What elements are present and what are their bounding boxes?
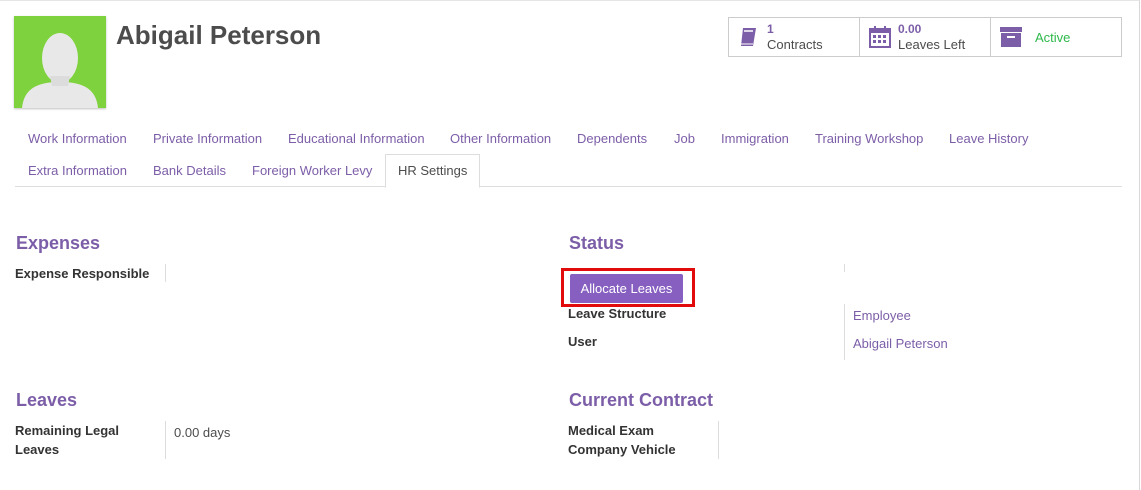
leaves-left-label: Leaves Left [898, 37, 966, 52]
tab-hr-settings[interactable]: HR Settings [385, 154, 481, 188]
contracts-count: 1 [767, 22, 774, 36]
tab-bank-details[interactable]: Bank Details [153, 163, 226, 178]
calendar-icon [868, 25, 892, 49]
leaves-left-button[interactable]: 0.00 Leaves Left [860, 18, 991, 56]
leaves-left-count: 0.00 [898, 22, 922, 36]
tab-work-information[interactable]: Work Information [28, 131, 127, 146]
employee-name: Abigail Peterson [116, 20, 322, 50]
user-label: User [568, 334, 597, 349]
current-contract-title: Current Contract [569, 390, 714, 410]
remaining-label-line1: Remaining Legal [15, 423, 120, 438]
remaining-legal-leaves-label: Remaining Legal Leaves [15, 421, 119, 459]
person-silhouette-icon [22, 33, 98, 108]
tab-leave-history[interactable]: Leave History [949, 131, 1028, 146]
leaves-divider [165, 421, 166, 459]
tab-immigration[interactable]: Immigration [721, 131, 789, 146]
medical-exam-label: Medical Exam [568, 423, 654, 438]
contracts-button[interactable]: 1 Contracts [729, 18, 860, 56]
remaining-label-line2: Leaves [15, 442, 60, 457]
expense-responsible-field[interactable] [165, 264, 166, 282]
active-toggle-button[interactable]: Active [991, 18, 1121, 56]
tab-extra-information[interactable]: Extra Information [28, 163, 127, 178]
employee-avatar[interactable] [14, 16, 106, 108]
tab-job[interactable]: Job [674, 131, 695, 146]
user-value[interactable]: Abigail Peterson [853, 336, 948, 351]
leave-structure-label: Leave Structure [568, 306, 667, 321]
leaves-title: Leaves [16, 390, 78, 410]
book-icon [737, 25, 761, 49]
stat-buttons: 1 Contracts 0.00 Leaves Left Active [728, 17, 1122, 57]
status-divider [844, 264, 845, 272]
active-status: Active [1035, 29, 1071, 45]
tab-foreign-worker-levy[interactable]: Foreign Worker Levy [252, 163, 372, 178]
tab-educational-information[interactable]: Educational Information [288, 131, 425, 146]
tab-private-information[interactable]: Private Information [153, 131, 262, 146]
allocate-leaves-button[interactable]: Allocate Leaves [570, 274, 683, 303]
company-vehicle-label: Company Vehicle [568, 442, 676, 457]
expenses-title: Expenses [16, 233, 101, 253]
tab-training-workshop[interactable]: Training Workshop [815, 131, 923, 146]
tab-other-information[interactable]: Other Information [450, 131, 551, 146]
leave-structure-value[interactable]: Employee [853, 308, 911, 323]
notebook-tabs: Work Information Private Information Edu… [15, 122, 1122, 188]
archive-icon [999, 25, 1023, 49]
expense-responsible-label: Expense Responsible [15, 266, 150, 281]
status-title: Status [569, 233, 625, 253]
status-values-divider [844, 304, 845, 360]
tab-dependents[interactable]: Dependents [577, 131, 647, 146]
contracts-label: Contracts [767, 37, 823, 52]
remaining-legal-leaves-value[interactable]: 0.00 days [174, 425, 230, 440]
highlight-box: Allocate Leaves [561, 268, 695, 307]
contract-divider [718, 421, 719, 459]
